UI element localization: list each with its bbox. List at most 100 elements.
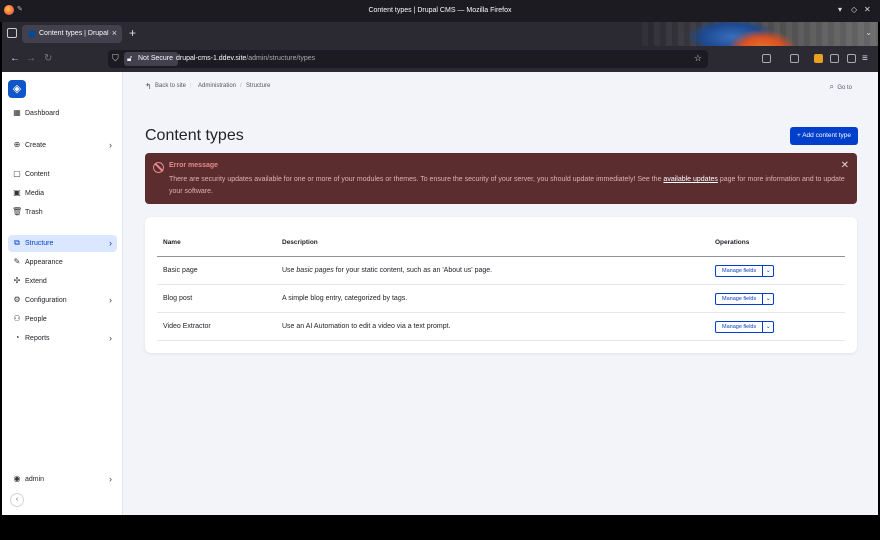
bookmark-star-icon[interactable]: ☆: [694, 53, 702, 64]
chevron-right-icon: ›: [109, 140, 112, 150]
sidebar-item-reports[interactable]: ◔ Reports ›: [8, 330, 117, 347]
sidebar-item-structure[interactable]: ⧉ Structure ›: [8, 235, 117, 252]
sidebar-item-label: Reports: [25, 335, 50, 342]
search-icon: ⌕: [829, 82, 834, 91]
operations-dropbutton: Manage fields ⌄: [715, 293, 775, 305]
collapse-sidebar-button[interactable]: ‹: [10, 493, 24, 507]
drupal-favicon-icon: [28, 30, 36, 38]
add-content-type-button[interactable]: + Add content type: [789, 127, 858, 145]
sidebar-item-label: Create: [25, 142, 47, 149]
url-path: /admin/structure/types: [246, 55, 316, 62]
extension-icon[interactable]: [762, 54, 771, 63]
sidebar-item-configuration[interactable]: ⚙ Configuration ›: [8, 292, 117, 309]
drupal-admin-page: ◈ ▦ Dashboard ⊕ Create › ▢ Content ▣ Med…: [2, 72, 878, 515]
content-types-card: Name Description Operations Basic page U…: [145, 217, 857, 353]
go-to-button[interactable]: ⌕ Go to: [829, 82, 852, 92]
sidebar-item-trash[interactable]: 🗑︎ Trash: [8, 204, 117, 221]
chevron-right-icon: ›: [109, 474, 112, 484]
sidebar-item-appearance[interactable]: ✎ Appearance: [8, 254, 117, 271]
extension-icon[interactable]: [814, 54, 823, 63]
sidebar-item-label: People: [25, 316, 47, 323]
error-message: Error message There are security updates…: [145, 153, 857, 204]
breadcrumb-separator: /: [240, 83, 242, 89]
close-window-icon[interactable]: ✕: [864, 5, 871, 14]
manage-fields-button[interactable]: Manage fields: [716, 294, 762, 304]
url-bar[interactable]: ⛉ 🔓︎ Not Secure drupal-cms-1.ddev.site/a…: [108, 50, 708, 68]
content-type-name: Basic page: [163, 267, 198, 274]
chevron-down-icon[interactable]: ⌄: [762, 294, 773, 304]
extension-icon[interactable]: [790, 54, 799, 63]
close-tab-icon[interactable]: ×: [112, 28, 117, 38]
user-name: admin: [25, 476, 45, 483]
column-header-operations: Operations: [715, 239, 750, 246]
chart-icon: ◔: [14, 333, 20, 342]
go-to-label: Go to: [837, 85, 852, 91]
maximize-icon[interactable]: ◇: [851, 5, 857, 14]
chevron-down-icon[interactable]: ⌄: [865, 28, 872, 37]
sidebar-user-menu[interactable]: ◉ admin ›: [8, 471, 117, 488]
sidebar-item-label: Structure: [25, 240, 54, 247]
error-text-part: There are security updates available for…: [169, 176, 664, 183]
sidebar-item-label: Content: [25, 171, 50, 178]
drupal-logo-icon[interactable]: ◈: [8, 80, 26, 98]
structure-icon: ⧉: [14, 238, 20, 247]
chevron-right-icon: ›: [109, 295, 112, 305]
description-text: A simple blog entry, categorized by tags…: [282, 295, 408, 302]
divider: |: [190, 83, 192, 89]
reload-icon[interactable]: ↻: [44, 53, 52, 64]
shield-icon[interactable]: ⛉: [112, 53, 119, 64]
content-type-description: Use an AI Automation to edit a video via…: [282, 323, 451, 330]
plus-circle-icon: ⊕: [13, 140, 21, 149]
extension-icon[interactable]: [830, 54, 839, 63]
forward-arrow-icon[interactable]: →: [26, 53, 36, 64]
back-arrow-icon[interactable]: ←: [10, 53, 20, 64]
new-tab-icon[interactable]: +: [129, 26, 136, 40]
close-message-icon[interactable]: ✕: [841, 160, 849, 171]
tab-content-types[interactable]: Content types | Drupal CMS ×: [22, 25, 122, 43]
url-text[interactable]: drupal-cms-1.ddev.site/admin/structure/t…: [176, 55, 315, 62]
dashboard-icon: ▦: [13, 108, 21, 117]
extensions-icon[interactable]: [847, 54, 856, 63]
description-text: for your static content, such as an 'Abo…: [333, 267, 493, 274]
back-arrow-icon: ↰: [145, 82, 152, 91]
menu-icon[interactable]: ≡: [862, 53, 868, 64]
chevron-right-icon: ›: [109, 238, 112, 248]
description-emphasis: basic pages: [296, 267, 334, 274]
sidebar-item-label: Appearance: [25, 259, 63, 266]
sidebar-item-label: Trash: [25, 209, 43, 216]
sidebar-item-label: Dashboard: [25, 110, 60, 117]
window-title: Content types | Drupal CMS — Mozilla Fir…: [368, 7, 512, 14]
operations-dropbutton: Manage fields ⌄: [715, 321, 775, 333]
breadcrumb-structure[interactable]: Structure: [246, 83, 270, 89]
content-type-description: A simple blog entry, categorized by tags…: [282, 295, 407, 302]
manage-fields-button[interactable]: Manage fields: [716, 266, 762, 276]
security-badge[interactable]: 🔓︎ Not Secure: [124, 52, 179, 66]
sidebar-item-content[interactable]: ▢ Content: [8, 166, 117, 183]
sidebar-item-media[interactable]: ▣ Media: [8, 185, 117, 202]
error-title: Error message: [169, 162, 219, 169]
table-row: Basic page Use basic pages for your stat…: [157, 257, 845, 285]
manage-fields-button[interactable]: Manage fields: [716, 322, 762, 332]
tab-label: Content types | Drupal CMS: [39, 30, 111, 37]
sidebar-item-create[interactable]: ⊕ Create ›: [8, 137, 117, 154]
chevron-right-icon: ›: [109, 333, 112, 343]
available-updates-link[interactable]: available updates: [663, 176, 718, 183]
sidebar-item-dashboard[interactable]: ▦ Dashboard: [8, 105, 117, 122]
chevron-down-icon[interactable]: ⌄: [762, 266, 773, 276]
document-icon: ▢: [13, 169, 21, 178]
image-icon: ▣: [13, 188, 21, 197]
back-to-site-link[interactable]: Back to site: [155, 83, 186, 89]
lock-icon: 🔓︎: [127, 54, 133, 63]
sidebar-item-extend[interactable]: ✣ Extend: [8, 273, 117, 290]
brush-icon: ✎: [13, 257, 21, 266]
sidebar-item-people[interactable]: ⚇ People: [8, 311, 117, 328]
description-text: Use an AI Automation to edit a video via…: [282, 323, 451, 330]
main-content: ↰ Back to site | Administration / Struct…: [123, 72, 878, 515]
tab-list-icon[interactable]: [7, 28, 17, 38]
chevron-down-icon[interactable]: ⌄: [762, 322, 773, 332]
column-header-description: Description: [282, 239, 318, 246]
minimize-icon[interactable]: ▾: [838, 5, 842, 14]
table-row: Video Extractor Use an AI Automation to …: [157, 313, 845, 341]
gear-icon: ⚙: [13, 295, 21, 304]
breadcrumb-administration[interactable]: Administration: [198, 83, 236, 89]
